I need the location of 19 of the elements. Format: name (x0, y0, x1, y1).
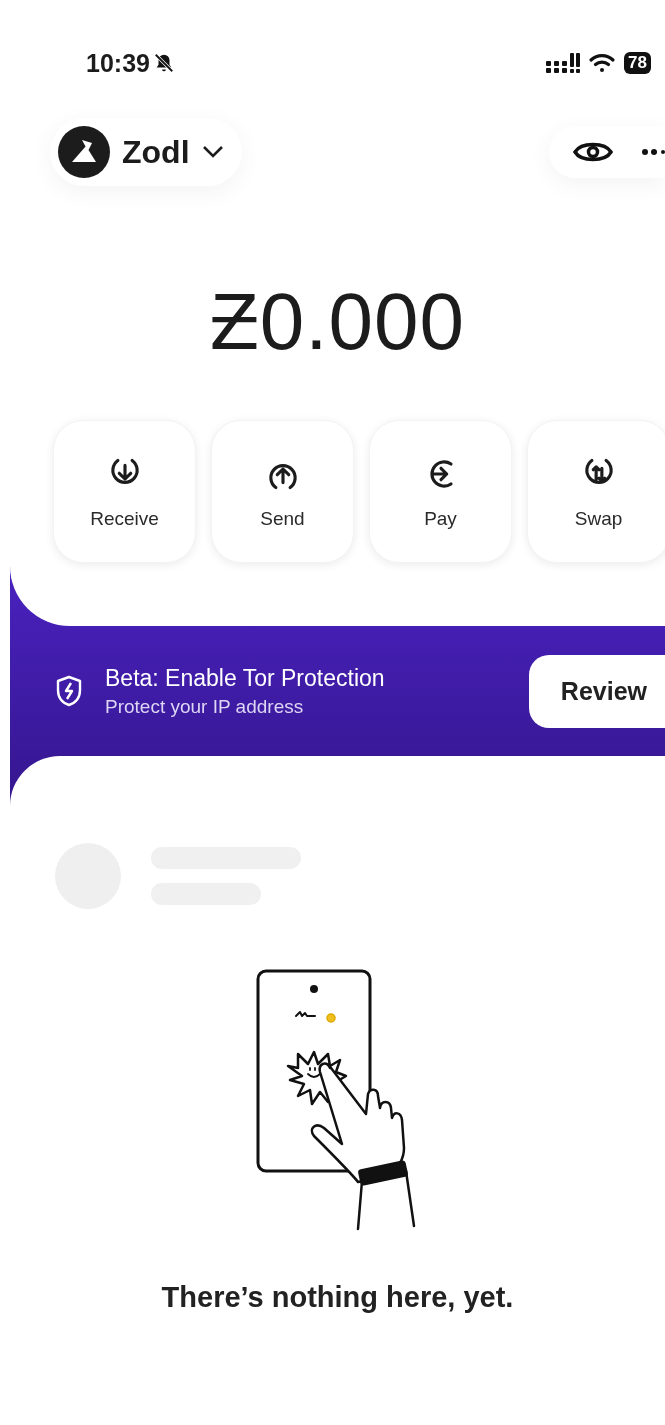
battery-level: 78 (624, 52, 651, 74)
signal-icon (546, 52, 581, 74)
wifi-icon (588, 52, 617, 74)
action-button[interactable]: Pay (369, 420, 512, 563)
empty-state-message: There’s nothing here, yet. (160, 1281, 515, 1314)
status-time: 10:39 (86, 48, 150, 78)
action-button[interactable]: Receive (53, 420, 196, 563)
review-button[interactable]: Review (528, 654, 665, 728)
shield-icon (55, 675, 83, 707)
action-button[interactable]: Swap (527, 420, 665, 563)
banner-subtitle: Protect your IP address (105, 695, 305, 718)
more-icon[interactable] (641, 148, 665, 156)
balance-amount: Ƶ0.000 (208, 276, 467, 368)
action-button[interactable]: Send (211, 420, 354, 563)
wallet-selector[interactable]: Zodl (50, 118, 242, 186)
chevron-down-icon (201, 145, 224, 159)
logo-icon (58, 126, 110, 178)
banner-title: Beta: Enable Tor Protection (105, 664, 386, 692)
bell-muted-icon (152, 52, 175, 74)
